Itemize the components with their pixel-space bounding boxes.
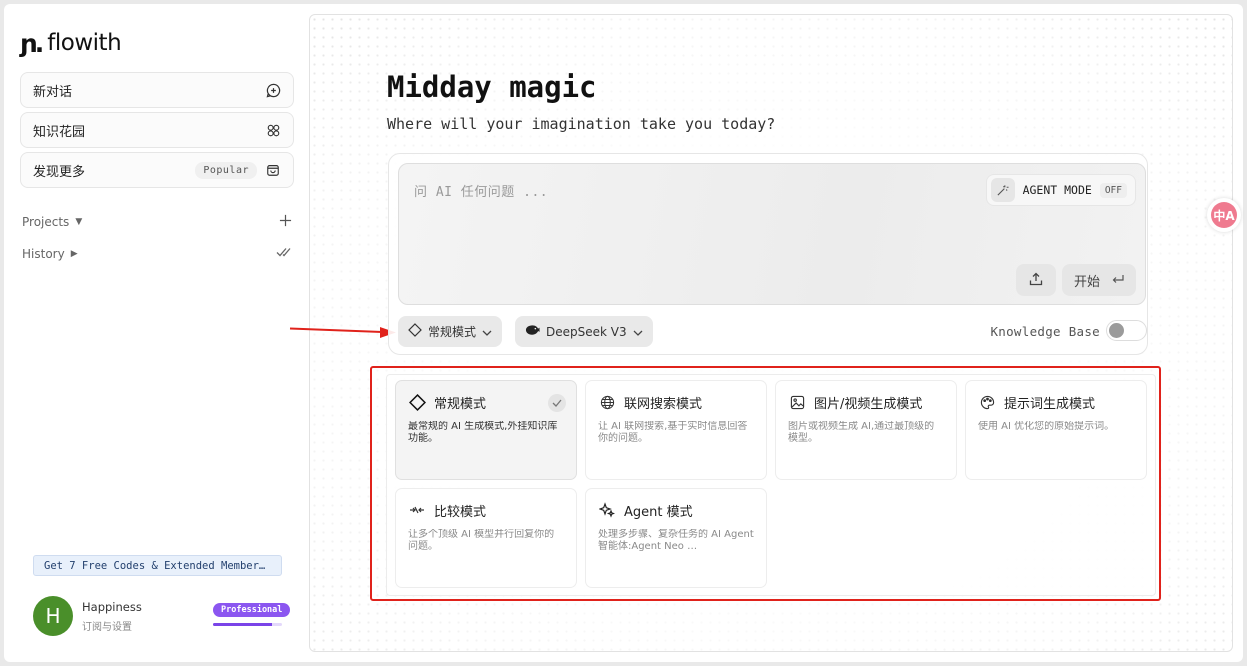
- diamond-icon: [408, 393, 426, 411]
- add-project-icon[interactable]: [279, 214, 292, 230]
- plan-progress-bar: [213, 623, 282, 626]
- globe-icon: [598, 393, 616, 411]
- main-panel: Midday magic Where will your imagination…: [309, 14, 1233, 652]
- start-label: 开始: [1073, 274, 1100, 290]
- mode-title: Agent 模式: [624, 504, 693, 520]
- mode-description: 处理多步骤、复杂任务的 AI Agent 智能体:Agent Neo …: [598, 529, 754, 552]
- knowledge-garden-button[interactable]: 知识花园: [20, 112, 294, 148]
- discover-more-label: 发现更多: [33, 164, 86, 180]
- mode-title: 图片/视频生成模式: [814, 396, 923, 412]
- start-button[interactable]: 开始: [1062, 264, 1136, 296]
- mode-select[interactable]: 常规模式: [398, 316, 503, 347]
- annotation-arrow: [289, 327, 396, 338]
- popular-badge: Popular: [195, 161, 257, 179]
- plan-badge: Professional: [213, 603, 291, 617]
- checkmark-icon: [548, 394, 566, 412]
- mode-description: 使用 AI 优化您的原始提示词。: [978, 421, 1115, 432]
- mode-title: 联网搜索模式: [624, 396, 703, 412]
- plan-progress-fill: [213, 623, 272, 626]
- upload-icon: [1029, 271, 1043, 290]
- chat-plus-icon: [265, 82, 281, 98]
- page-title: Midday magic: [387, 70, 597, 104]
- mode-description: 图片或视频生成 AI,通过最顶级的模型。: [788, 421, 935, 444]
- sparkle-icon: [598, 501, 616, 519]
- mode-card-agent[interactable]: Agent 模式 处理多步骤、复杂任务的 AI Agent 智能体:Agent …: [585, 488, 767, 588]
- palette-icon: [978, 393, 996, 411]
- mode-card-compare[interactable]: 比较模式 让多个顶级 AI 模型并行回复你的问题。: [395, 488, 577, 588]
- sidebar: ɲ. flowith 新对话 知识花园 发现更多 Popular Project…: [8, 10, 302, 655]
- logo[interactable]: ɲ. flowith: [20, 28, 122, 58]
- knowledge-base-toggle[interactable]: [1106, 320, 1147, 341]
- model-select[interactable]: DeepSeek V3: [515, 316, 653, 347]
- mode-description: 最常规的 AI 生成模式,外挂知识库功能。: [408, 421, 558, 444]
- double-check-icon[interactable]: [276, 246, 292, 261]
- discover-more-button[interactable]: 发现更多 Popular: [20, 152, 294, 188]
- mode-card-image-video[interactable]: 图片/视频生成模式 图片或视频生成 AI,通过最顶级的模型。: [775, 380, 957, 480]
- agent-mode-toggle[interactable]: AGENT MODE OFF: [985, 174, 1136, 206]
- mode-title: 提示词生成模式: [1004, 396, 1096, 412]
- user-settings-link[interactable]: 订阅与设置: [82, 618, 132, 633]
- magic-wand-icon: [990, 178, 1015, 202]
- avatar: H: [33, 596, 73, 636]
- flower-icon: [265, 122, 281, 138]
- chevron-down-icon: [482, 325, 492, 339]
- history-section[interactable]: History ▶: [22, 246, 292, 261]
- mode-card-web-search[interactable]: 联网搜索模式 让 AI 联网搜索,基于实时信息回答你的问题。: [585, 380, 767, 480]
- projects-section[interactable]: Projects ▼: [22, 214, 292, 230]
- mode-description: 让 AI 联网搜索,基于实时信息回答你的问题。: [598, 421, 748, 444]
- mode-title: 常规模式: [434, 396, 487, 412]
- prompt-placeholder: 问 AI 任何问题 ...: [414, 185, 549, 200]
- compare-icon: [408, 501, 426, 519]
- enter-icon: [1112, 273, 1124, 288]
- toggle-knob: [1109, 323, 1124, 338]
- promo-banner[interactable]: Get 7 Free Codes & Extended Member…: [33, 555, 282, 576]
- history-label: History: [22, 246, 65, 261]
- mode-select-label: 常规模式: [428, 325, 477, 339]
- agent-mode-label: AGENT MODE: [1022, 183, 1092, 197]
- caret-right-icon: ▶: [70, 248, 78, 259]
- projects-label: Projects: [22, 215, 70, 229]
- agent-mode-state: OFF: [1099, 182, 1127, 198]
- mode-description: 让多个顶级 AI 模型并行回复你的问题。: [408, 529, 555, 552]
- knowledge-garden-label: 知识花园: [33, 124, 86, 140]
- new-chat-button[interactable]: 新对话: [20, 72, 294, 108]
- new-chat-label: 新对话: [33, 84, 73, 100]
- translate-icon: 中A: [1211, 202, 1237, 228]
- logo-text: flowith: [47, 30, 122, 56]
- user-name: Happiness: [82, 600, 142, 614]
- translate-widget[interactable]: 中A: [1207, 198, 1241, 232]
- chevron-down-icon: [633, 325, 643, 339]
- caret-down-icon: ▼: [75, 217, 83, 227]
- mode-card-general[interactable]: 常规模式 最常规的 AI 生成模式,外挂知识库功能。: [395, 380, 577, 480]
- composer-container: 问 AI 任何问题 ... AGENT MODE OFF 开始 常规模式 Dee…: [388, 153, 1148, 355]
- logo-mark-icon: ɲ.: [20, 28, 44, 58]
- mode-title: 比较模式: [434, 504, 487, 520]
- diamond-icon: [408, 323, 422, 340]
- deepseek-whale-icon: [525, 324, 540, 339]
- user-profile[interactable]: H Happiness 订阅与设置 Professional: [33, 596, 291, 636]
- mode-card-prompt-gen[interactable]: 提示词生成模式 使用 AI 优化您的原始提示词。: [965, 380, 1147, 480]
- upload-button[interactable]: [1016, 264, 1056, 296]
- mode-picker-panel: 常规模式 最常规的 AI 生成模式,外挂知识库功能。 联网搜索模式 让 AI 联…: [386, 374, 1156, 596]
- knowledge-base-label: Knowledge Base: [990, 324, 1100, 339]
- bag-icon: [265, 162, 281, 178]
- page-subtitle: Where will your imagination take you tod…: [387, 115, 776, 133]
- image-icon: [788, 393, 806, 411]
- prompt-input[interactable]: 问 AI 任何问题 ... AGENT MODE OFF 开始: [398, 163, 1146, 305]
- model-select-label: DeepSeek V3: [546, 324, 627, 339]
